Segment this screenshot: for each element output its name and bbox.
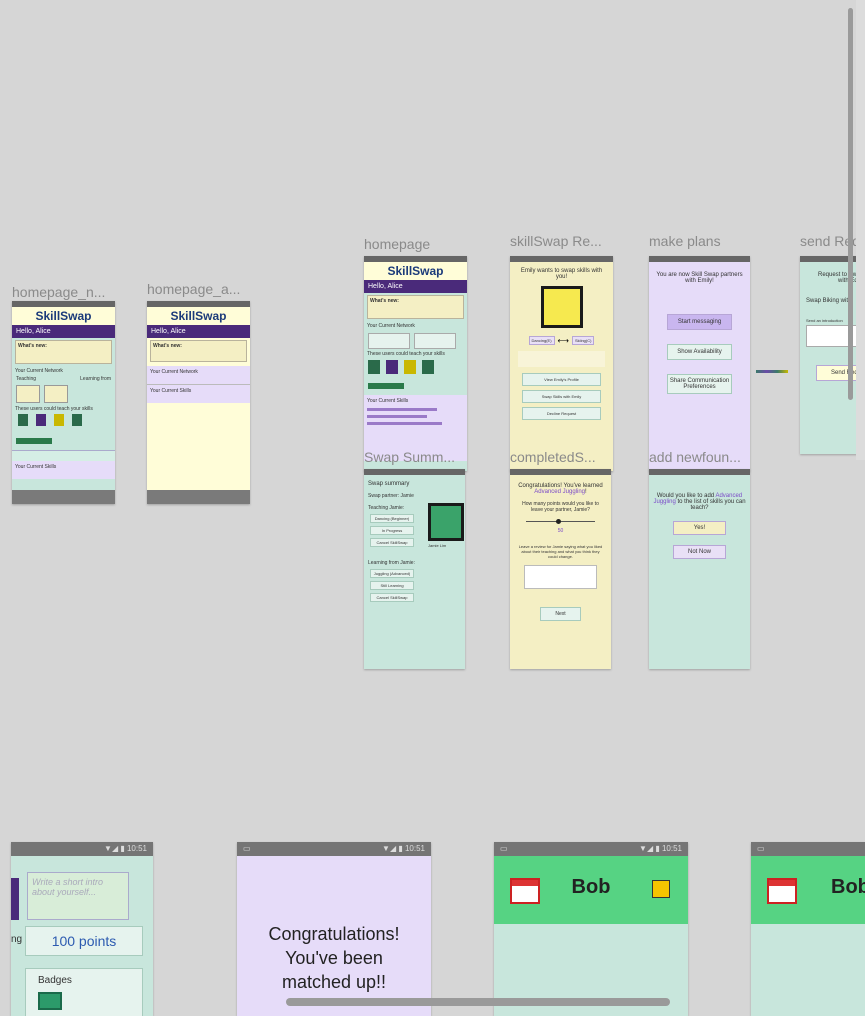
label-skillswap-re: skillSwap Re... [510,233,602,249]
next-button[interactable]: Next [540,607,581,621]
status-time: 10:51 [404,844,425,853]
avatar [540,286,583,328]
screen-add-newfound[interactable]: Would you like to add Advanced Juggling … [649,469,750,669]
request-title: Emily wants to swap skills with you! [520,268,603,280]
greeting: Hello, Alice [12,325,115,338]
network-heading: Your Current Network [147,366,250,378]
status-time: 10:51 [126,844,147,853]
screen-skillswap-request[interactable]: Emily wants to swap skills with you! Dan… [510,256,613,471]
screen-homepage[interactable]: SkillSwap Hello, Alice What's new: Your … [364,256,467,471]
learning-label: Learning from [80,376,111,382]
plans-title: You are now Skill Swap partners with Emi… [656,272,743,284]
not-now-button[interactable]: Not Now [673,545,726,559]
network-heading: Your Current Network [15,368,63,374]
screen-make-plans[interactable]: You are now Skill Swap partners with Emi… [649,256,750,471]
cancel-skillswap-button[interactable]: Cancel SkillSwap [370,538,414,547]
horizontal-scrollbar[interactable] [286,998,670,1006]
screen-chat-bob-2[interactable]: ▭ Bob [751,842,865,1016]
review-note: Leave a review for Jamie saying what you… [518,544,603,559]
share-preferences-button[interactable]: Share Communication Preferences [667,374,732,394]
vertical-scrollbar[interactable] [848,8,853,400]
summary-title: Swap summary [368,481,410,487]
view-profile-button[interactable]: View Emily's Profile [522,373,601,386]
decline-button[interactable]: Decline Request [522,407,601,420]
connector-line [756,370,788,373]
search-skills-button[interactable] [368,383,404,389]
screen-chat-bob[interactable]: ▭ ▼◢ ▮ 10:51 Bob [494,842,688,1016]
whats-new-card: What's new: [367,295,464,319]
avatar [428,503,464,541]
label-swap-summ: Swap Summ... [364,449,456,465]
skills-heading: Your Current Skills [147,385,250,397]
label-make-plans: make plans [649,233,721,249]
status-time: 10:51 [661,844,682,853]
show-availability-button[interactable]: Show Availability [667,344,732,360]
congrats-text: Congratulations! You've been matched up!… [268,924,400,992]
calendar-icon[interactable] [767,878,797,904]
video-call-icon[interactable] [652,880,670,898]
whats-new-card: What's new: [15,340,112,364]
logo: SkillSwap [147,307,250,325]
screen-swap-summary[interactable]: Swap summary Swap partner: Jamie Teachin… [364,469,465,669]
network-heading: Your Current Network [367,323,415,329]
points-badge: 100 points [25,926,143,956]
badges-panel: Badges [25,968,143,1016]
logo: SkillSwap [364,262,467,280]
avatar-name: Jamie Lim [428,543,447,548]
greeting: Hello, Alice [147,325,250,338]
greeting: Hello, Alice [364,280,467,293]
points-slider[interactable] [526,519,595,524]
chat-header: Bob [494,856,688,924]
swap-arrows-icon: ⟷ [557,336,570,345]
points-question: How many points would you like to leave … [522,501,599,513]
screen-congrats[interactable]: ▭ ▼◢ ▮ 10:51 Congratulations! You've been… [237,842,431,1016]
start-messaging-button[interactable]: Start messaging [667,314,732,330]
badge-icon [38,992,62,1010]
skill-chip: Juggling (Advanced) [370,569,414,578]
label-homepage-a: homepage_a... [147,281,241,297]
yes-button[interactable]: Yes! [673,521,726,535]
screen-completed-swap[interactable]: Congratulations! You've learned Advanced… [510,469,611,669]
cancel-skillswap-button[interactable]: Cancel SkillSwap [370,593,414,602]
teaching-label: Teaching [16,376,37,382]
label-homepage: homepage [364,236,431,252]
whats-new-card: What's new: [150,340,247,362]
learning-heading: Learning from Jamie: [368,560,415,566]
screen-homepage-n[interactable]: SkillSwap Hello, Alice What's new: Your … [12,301,115,504]
skill-chip: Dancing(E) [528,336,555,345]
label-add-newfoun: add newfoun... [649,449,741,465]
swap-skills-button[interactable]: Swap Skills with Emily [522,390,601,403]
skill-chip: Dancing (Beginner) [370,514,414,523]
review-input[interactable] [524,565,597,589]
logo: SkillSwap [12,307,115,325]
chat-header: Bob [751,856,865,924]
search-skills-button[interactable] [16,438,52,444]
contact-name: Bob [831,876,865,898]
about-input[interactable]: Write a short intro about yourself... [27,872,129,920]
label-homepage-n: homepage_n... [12,284,106,300]
add-question: Would you like to add Advanced Juggling … [653,493,746,511]
points-value: 50 [557,528,564,534]
side-text: ng [11,934,23,945]
completed-title: Congratulations! You've learned Advanced… [518,483,603,495]
swap-partner: Swap partner: Jamie [368,493,414,499]
screen-profile-partial[interactable]: ▼◢ ▮ 10:51 Write a short intro about you… [11,842,153,1016]
skill-chip: Skiing(C) [572,336,595,345]
skills-heading: Your Current Skills [12,461,115,473]
status-chip: Still Learning [370,581,414,590]
label-completeds: completedS... [510,449,596,465]
status-chip: In Progress [370,526,414,535]
screen-homepage-a[interactable]: SkillSwap Hello, Alice What's new: Your … [147,301,250,504]
